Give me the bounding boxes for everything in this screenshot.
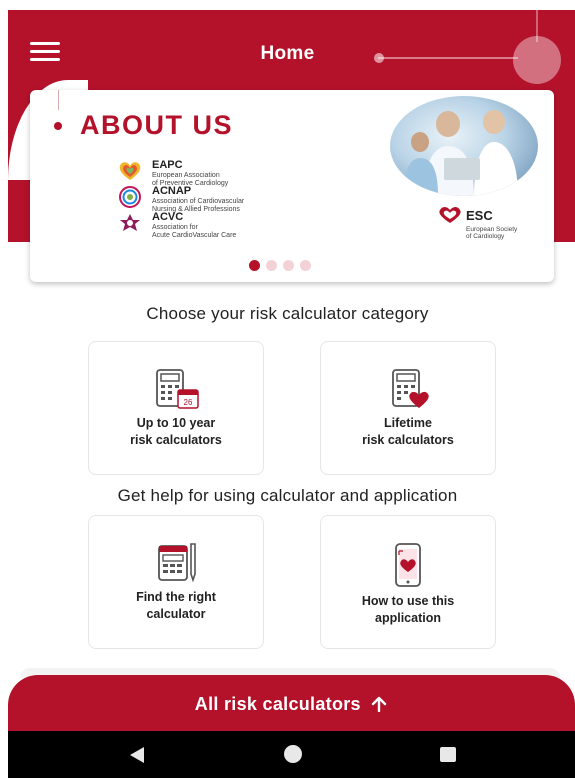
tile-label-line: calculator (146, 607, 206, 621)
org-abbr: ACNAP (152, 185, 192, 197)
calendar-day: 26 (184, 398, 193, 407)
bullet-dot (54, 122, 62, 130)
lifetime-risk-calculators-tile[interactable]: Lifetime risk calculators (320, 341, 496, 475)
recent-apps-icon[interactable] (440, 747, 456, 762)
carousel-dot[interactable] (300, 260, 311, 271)
org-fullname: European Association (152, 172, 220, 179)
cta-label: All risk calculators (194, 694, 361, 714)
tile-label-line: Find the right (136, 590, 216, 604)
carousel-dot[interactable] (283, 260, 294, 271)
carousel-dot[interactable] (266, 260, 277, 271)
org-abbr: ACVC (152, 211, 184, 223)
esc-fullname: European Society (466, 226, 518, 233)
tile-label: How to use this application (327, 593, 489, 627)
all-risk-calculators-button[interactable]: All risk calculators (8, 675, 575, 733)
ten-year-risk-calculators-tile[interactable]: 26 Up to 10 year risk calculators (88, 341, 264, 475)
org-acvc: ACVC Association for Acute CardioVascula… (116, 212, 236, 239)
tile-label-line: Up to 10 year (136, 416, 216, 430)
org-fullname: Association for (152, 224, 198, 231)
find-right-calculator-tile[interactable]: Find the right calculator (88, 515, 264, 649)
esc-logo: ESC European Society of Cardiology (438, 206, 517, 240)
calculator-heart-icon (392, 369, 429, 408)
tile-label-line: How to use this (361, 594, 455, 608)
section-title-choose: Choose your risk calculator category (146, 304, 429, 323)
tile-label: Up to 10 year risk calculators (95, 415, 257, 449)
section-title-help: Get help for using calculator and applic… (117, 486, 458, 505)
tile-label-line: Lifetime (384, 416, 432, 430)
how-to-use-application-tile[interactable]: How to use this application (320, 515, 496, 649)
doctors-illustration-icon (404, 110, 518, 196)
esc-abbr: ESC (466, 207, 493, 223)
org-fullname: Association of Cardiovascular (152, 198, 245, 205)
tile-label-line: application (375, 611, 441, 625)
org-fullname: Acute CardioVascular Care (152, 232, 237, 239)
tile-label-line: risk calculators (362, 433, 454, 447)
esc-fullname: of Cardiology (466, 233, 505, 241)
tile-label-line: risk calculators (130, 433, 222, 447)
esc-heart-icon (439, 207, 461, 223)
org-acnap: ACNAP Association of Cardiovascular Nurs… (116, 186, 244, 213)
calculator-pen-icon (158, 543, 196, 583)
system-navigation-bar (8, 731, 575, 778)
decor-line (58, 90, 59, 110)
org-eapc: EAPC European Association of Preventive … (116, 160, 228, 187)
banner-title: ABOUT US (80, 110, 233, 140)
tile-label: Find the right calculator (95, 589, 257, 623)
tile-label: Lifetime risk calculators (327, 415, 489, 449)
doctors-photo (390, 96, 538, 196)
acvc-logo-icon (120, 214, 140, 231)
acnap-logo-icon (119, 186, 141, 208)
about-us-banner[interactable]: ABOUT US EAPC European Association of Pr… (30, 90, 554, 282)
calculator-calendar-icon: 26 (156, 369, 199, 409)
org-abbr: EAPC (152, 159, 183, 171)
back-icon[interactable] (130, 747, 144, 763)
carousel-dot-active[interactable] (249, 260, 260, 271)
arrow-up-icon (371, 696, 387, 713)
phone-heart-icon (395, 543, 421, 587)
carousel-indicator (249, 260, 317, 271)
page-title: Home (260, 43, 315, 64)
home-icon[interactable] (284, 745, 302, 763)
eapc-logo-icon (119, 162, 141, 180)
